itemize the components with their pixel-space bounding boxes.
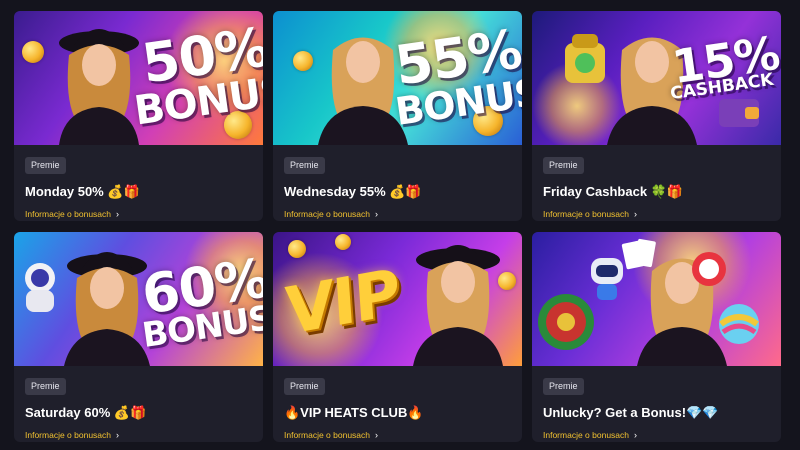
- woman-illustration: [413, 245, 503, 366]
- card-info: Premie Saturday 60% 💰🎁 Informacje o bonu…: [14, 366, 263, 440]
- promotions-grid: 50% BONUS Premie Monday 50% 💰🎁 Informacj…: [14, 11, 782, 442]
- card-info: Premie Monday 50% 💰🎁 Informacje o bonusa…: [14, 145, 263, 219]
- promo-title: Saturday 60% 💰🎁: [25, 405, 147, 420]
- category-badge: Premie: [543, 157, 584, 174]
- bonus-info-link[interactable]: Informacje o bonusach ›: [284, 209, 511, 219]
- promo-title: 🔥VIP HEATS CLUB🔥: [284, 405, 424, 420]
- chevron-right-icon: ›: [116, 430, 119, 440]
- bonus-info-link-label: Informacje o bonusach: [25, 209, 111, 219]
- category-badge: Premie: [284, 157, 325, 174]
- chevron-right-icon: ›: [634, 209, 637, 219]
- promo-card-friday[interactable]: 15% CASHBACK Premie Friday Cashback 🍀🎁 I…: [532, 11, 781, 221]
- bonus-info-link[interactable]: Informacje o bonusach ›: [284, 430, 511, 440]
- category-badge: Premie: [25, 378, 66, 395]
- category-badge: Premie: [543, 378, 584, 395]
- category-badge: Premie: [284, 378, 325, 395]
- bonus-info-link-label: Informacje o bonusach: [543, 209, 629, 219]
- poker-chip-icon: [692, 252, 726, 286]
- bonus-info-link-label: Informacje o bonusach: [25, 430, 111, 440]
- promo-card-wednesday[interactable]: 55% BONUS Premie Wednesday 55% 💰🎁 Inform…: [273, 11, 522, 221]
- card-info: Premie Unlucky? Get a Bonus!💎💎 Informacj…: [532, 366, 781, 440]
- bonus-info-link[interactable]: Informacje o bonusach ›: [543, 430, 770, 440]
- card-info: Premie Friday Cashback 🍀🎁 Informacje o b…: [532, 145, 781, 219]
- bonus-info-link[interactable]: Informacje o bonusach ›: [25, 209, 252, 219]
- bonus-info-link[interactable]: Informacje o bonusach ›: [25, 430, 252, 440]
- bonus-info-link[interactable]: Informacje o bonusach ›: [543, 209, 770, 219]
- coin-icon: [22, 41, 44, 63]
- chevron-right-icon: ›: [375, 430, 378, 440]
- candy-ball-icon: [719, 304, 759, 344]
- promo-banner-image[interactable]: 55% BONUS: [273, 11, 522, 145]
- promo-banner-image[interactable]: [532, 232, 781, 366]
- promo-card-unlucky[interactable]: Premie Unlucky? Get a Bonus!💎💎 Informacj…: [532, 232, 781, 442]
- promo-card-monday[interactable]: 50% BONUS Premie Monday 50% 💰🎁 Informacj…: [14, 11, 263, 221]
- promo-banner-image[interactable]: 60% BONUS: [14, 232, 263, 366]
- bonus-info-link-label: Informacje o bonusach: [284, 209, 370, 219]
- promo-title: Wednesday 55% 💰🎁: [284, 184, 422, 199]
- card-info: Premie 🔥VIP HEATS CLUB🔥 Informacje o bon…: [273, 366, 522, 440]
- card-info: Premie Wednesday 55% 💰🎁 Informacje o bon…: [273, 145, 522, 219]
- coin-icon: [288, 240, 306, 258]
- promo-title: Monday 50% 💰🎁: [25, 184, 140, 199]
- bonus-info-link-label: Informacje o bonusach: [284, 430, 370, 440]
- chevron-right-icon: ›: [634, 430, 637, 440]
- bonus-info-link-label: Informacje o bonusach: [543, 430, 629, 440]
- promo-banner-image[interactable]: 50% BONUS: [14, 11, 263, 145]
- wallet-icon: [719, 99, 759, 127]
- chevron-right-icon: ›: [116, 209, 119, 219]
- promo-title: Unlucky? Get a Bonus!💎💎: [543, 405, 719, 420]
- chevron-right-icon: ›: [375, 209, 378, 219]
- promo-banner-image[interactable]: VIP: [273, 232, 522, 366]
- coin-icon: [335, 234, 351, 250]
- promo-banner-image[interactable]: 15% CASHBACK: [532, 11, 781, 145]
- category-badge: Premie: [25, 157, 66, 174]
- promo-title: Friday Cashback 🍀🎁: [543, 184, 684, 199]
- promo-card-vip[interactable]: VIP Premie 🔥VIP HEATS CLUB🔥 Informacje o…: [273, 232, 522, 442]
- promo-card-saturday[interactable]: 60% BONUS Premie Saturday 60% 💰🎁 Informa…: [14, 232, 263, 442]
